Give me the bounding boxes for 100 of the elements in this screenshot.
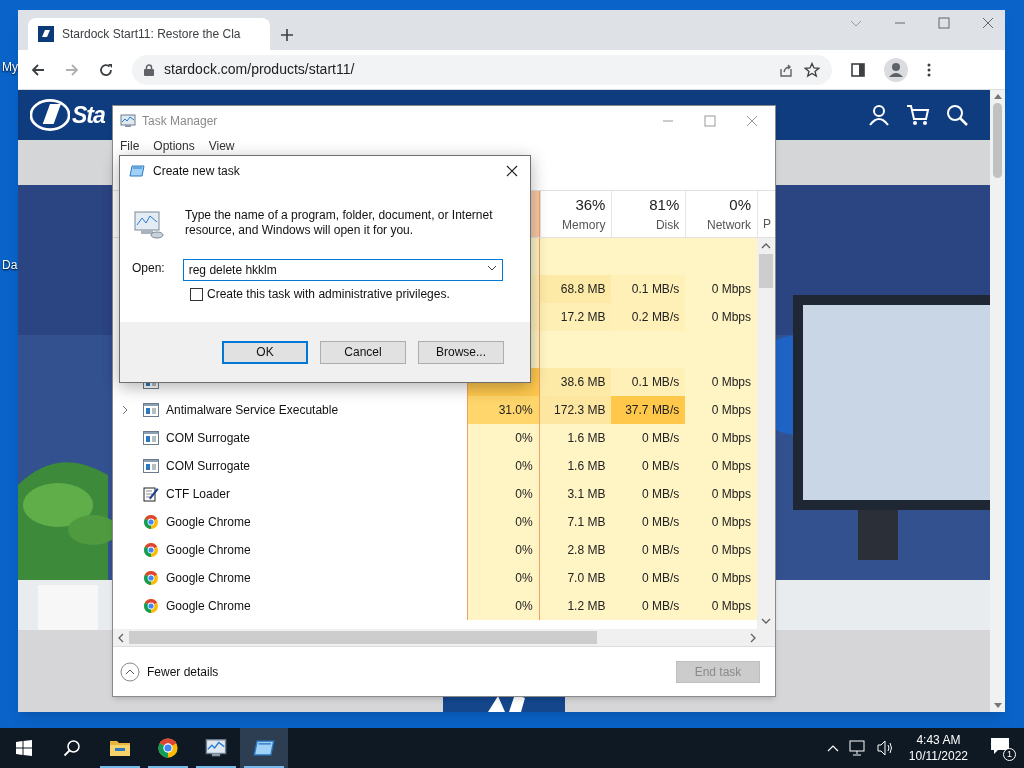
back-icon[interactable] — [30, 61, 46, 78]
chrome-icon — [143, 514, 159, 530]
logo-icon — [38, 26, 54, 42]
dialog-button[interactable]: Browse... — [418, 340, 504, 364]
scroll-right-icon[interactable] — [749, 632, 757, 643]
cart-icon[interactable] — [906, 104, 930, 126]
table-cell: 1.6 MB — [539, 452, 612, 480]
menu-item[interactable]: View — [208, 137, 235, 155]
table-cell: 17.2 MB — [539, 303, 612, 331]
table-cell: 1.6 MB — [539, 424, 612, 452]
column-header[interactable]: 36% Memory — [539, 191, 612, 237]
run-icon — [129, 163, 145, 179]
column-header[interactable]: P — [757, 191, 775, 237]
horizontal-scrollbar[interactable] — [113, 629, 775, 646]
url-text: stardock.com/products/start11/ — [164, 60, 356, 79]
menu-item[interactable]: Options — [153, 137, 195, 155]
window-title: Task Manager — [142, 113, 218, 130]
table-cell: 0 Mbps — [685, 275, 757, 303]
table-cell: 7.1 MB — [539, 508, 612, 536]
notification-count: 1 — [1003, 748, 1016, 761]
column-percent: 81% — [649, 194, 680, 215]
chrome-icon — [143, 570, 159, 586]
table-cell: 0% — [466, 480, 540, 508]
vertical-scrollbar[interactable] — [757, 238, 775, 629]
table-cell: 0 MB/s — [611, 592, 686, 620]
process-name: Google Chrome — [166, 570, 251, 587]
table-cell: 0 Mbps — [685, 592, 757, 620]
search-icon[interactable] — [946, 104, 968, 126]
logo-text: Sta — [72, 100, 105, 130]
table-cell: 0.1 MB/s — [611, 368, 686, 396]
dropdown-icon[interactable] — [486, 265, 497, 271]
table-cell: 0 Mbps — [685, 564, 757, 592]
expand-chevron-icon[interactable] — [121, 405, 129, 415]
scrollbar[interactable] — [990, 90, 1005, 712]
scroll-thumb[interactable] — [129, 631, 597, 644]
volume-icon[interactable] — [876, 740, 895, 756]
open-combo-field[interactable]: reg delete hkklm — [182, 259, 503, 281]
clock[interactable]: 4:43 AM 10/11/2022 — [904, 732, 972, 764]
reload-icon[interactable] — [98, 61, 114, 78]
column-header[interactable]: 81% Disk — [611, 191, 686, 237]
side-panel-icon[interactable] — [850, 61, 866, 78]
address-bar[interactable]: stardock.com/products/start11/ — [132, 54, 832, 85]
process-name: COM Surrogate — [166, 430, 251, 447]
chevron-up-icon[interactable] — [826, 744, 839, 752]
task-manager-icon — [120, 113, 136, 129]
folder-icon[interactable] — [109, 739, 131, 757]
new-tab-icon[interactable] — [280, 28, 294, 42]
tab-title: Stardock Start11: Restore the Cla — [62, 26, 242, 43]
star-icon[interactable] — [804, 61, 820, 78]
process-name: COM Surrogate — [166, 458, 251, 475]
table-cell: 0 Mbps — [685, 368, 757, 396]
table-cell: 0 Mbps — [685, 424, 757, 452]
table-cell: 0% — [466, 592, 540, 620]
close-icon[interactable] — [506, 165, 518, 177]
table-cell: 0 Mbps — [685, 452, 757, 480]
table-cell: 0 MB/s — [611, 480, 686, 508]
search-icon[interactable] — [63, 739, 81, 757]
table-cell: 7.0 MB — [539, 564, 612, 592]
scroll-down-icon[interactable] — [761, 617, 771, 625]
table-cell: 0% — [466, 536, 540, 564]
collapse-icon[interactable] — [120, 661, 140, 682]
table-cell: 0.2 MB/s — [611, 303, 686, 331]
process-name: Antimalware Service Executable — [166, 402, 339, 419]
windows-logo-icon[interactable] — [16, 740, 32, 756]
table-cell: 0% — [466, 452, 540, 480]
process-name: Google Chrome — [166, 542, 251, 559]
window-icon — [143, 403, 159, 417]
chrome-icon — [143, 598, 159, 614]
profile-icon[interactable] — [884, 57, 908, 82]
scroll-thumb[interactable] — [759, 254, 773, 288]
browser-tab[interactable]: Stardock Start11: Restore the Cla — [28, 18, 270, 50]
scroll-left-icon[interactable] — [117, 632, 125, 643]
window-icon — [143, 459, 159, 473]
desktop-icon-label: My — [2, 59, 18, 76]
scroll-thumb[interactable] — [993, 103, 1002, 178]
menu-icon[interactable] — [926, 61, 932, 78]
table-cell: 37.7 MB/s — [611, 396, 686, 424]
column-header[interactable]: 0% Network — [685, 191, 758, 237]
dialog-button[interactable]: OK — [222, 340, 308, 364]
scroll-up-icon[interactable] — [993, 94, 1002, 99]
notification-button[interactable]: 1 — [990, 735, 1016, 761]
dialog-button[interactable]: Cancel — [320, 340, 406, 364]
lock-icon — [144, 63, 154, 76]
run-icon[interactable] — [253, 737, 275, 759]
menu-item[interactable]: File — [120, 137, 140, 155]
scroll-down-icon[interactable] — [993, 703, 1002, 708]
process-name: Google Chrome — [166, 514, 251, 531]
table-cell: 0% — [466, 424, 540, 452]
table-cell: 38.6 MB — [539, 368, 612, 396]
table-cell: 0 Mbps — [685, 303, 757, 331]
table-cell: 172.3 MB — [539, 396, 612, 424]
chrome-icon[interactable] — [157, 737, 179, 759]
scroll-up-icon[interactable] — [761, 242, 771, 250]
checkbox[interactable] — [190, 287, 203, 301]
process-name: Google Chrome — [166, 598, 251, 615]
network-icon[interactable] — [848, 740, 867, 756]
task-manager-icon[interactable] — [205, 737, 227, 759]
user-icon[interactable] — [868, 104, 890, 126]
computer-icon — [133, 208, 165, 240]
fewer-details-link[interactable]: Fewer details — [147, 662, 219, 681]
